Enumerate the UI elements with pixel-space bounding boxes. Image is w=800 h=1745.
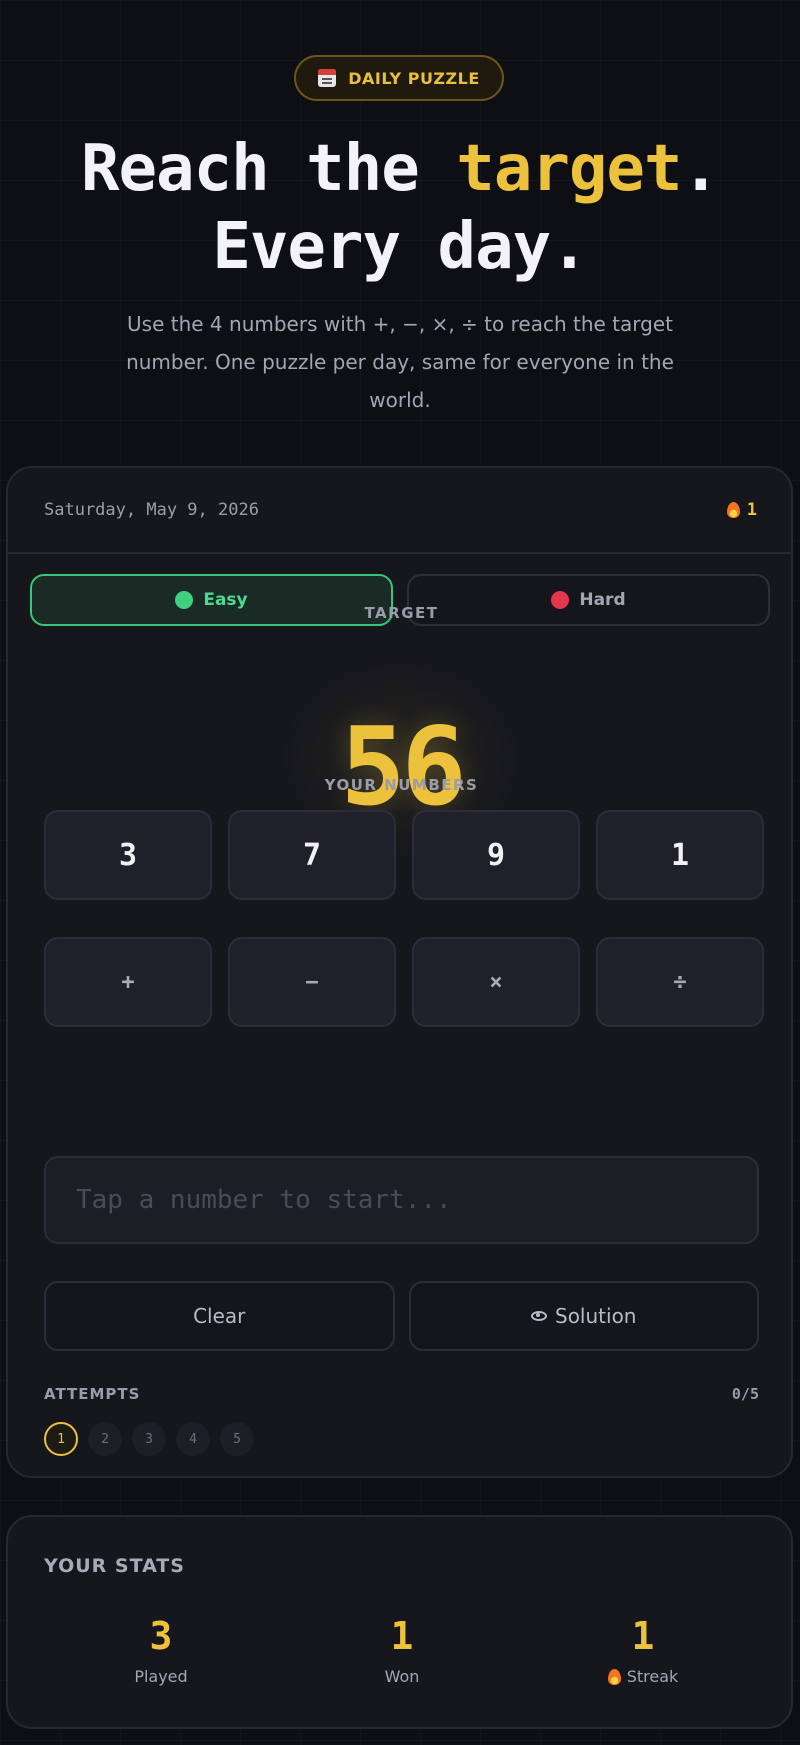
stat-won: 1 Won — [302, 1615, 502, 1686]
clear-label: Clear — [193, 1304, 246, 1328]
attempts-count: 0/5 — [731, 1385, 759, 1403]
flame-icon — [726, 502, 740, 518]
title-suffix: . — [681, 132, 720, 206]
attempt-indicators: 1 2 3 4 5 — [44, 1422, 254, 1456]
solution-label: Solution — [555, 1304, 637, 1328]
game-card: Saturday, May 9, 2026 1 Easy Hard TARGET… — [6, 466, 793, 1478]
attempts-header: ATTEMPTS 0/5 — [44, 1385, 759, 1403]
badge-label: DAILY PUZZLE — [348, 68, 480, 88]
flame-icon — [607, 1668, 621, 1685]
attempt-dot: 2 — [88, 1422, 122, 1456]
stat-label-text: Played — [134, 1667, 188, 1686]
stat-played: 3 Played — [61, 1615, 261, 1686]
streak-indicator: 1 — [726, 500, 757, 520]
calendar-icon — [318, 69, 337, 87]
operator-tiles: + − × ÷ — [44, 937, 764, 1027]
action-buttons: Clear Solution — [44, 1281, 759, 1351]
page-subtitle: Use the 4 numbers with +, −, ×, ÷ to rea… — [126, 312, 674, 412]
stats-card: YOUR STATS 3 Played 1 Won 1 Streak — [6, 1515, 793, 1729]
solution-button[interactable]: Solution — [408, 1281, 759, 1351]
attempt-dot: 5 — [220, 1422, 254, 1456]
stat-streak: 1 Streak — [543, 1615, 743, 1686]
stat-label-text: Streak — [626, 1667, 679, 1686]
page-title: Reach the target. Every day. — [0, 130, 800, 286]
eye-icon — [531, 1311, 547, 1321]
number-tile[interactable]: 1 — [596, 810, 764, 900]
divide-button[interactable]: ÷ — [596, 937, 764, 1027]
stat-label: Won — [302, 1667, 502, 1686]
title-line2: Every day. — [212, 210, 588, 284]
number-tile[interactable]: 3 — [44, 810, 212, 900]
numbers-label: YOUR NUMBERS — [324, 776, 479, 794]
title-accent: target — [456, 132, 682, 206]
number-tiles: 3 7 9 1 — [44, 810, 764, 900]
stat-value: 1 — [390, 1614, 414, 1658]
stat-value: 1 — [631, 1614, 655, 1658]
title-prefix: Reach the — [80, 132, 457, 206]
stat-label-text: Won — [384, 1667, 420, 1686]
streak-count: 1 — [746, 500, 757, 520]
stat-label: Played — [61, 1667, 261, 1686]
number-tile[interactable]: 9 — [412, 810, 580, 900]
stat-value: 3 — [149, 1614, 173, 1658]
target-label: TARGET — [364, 604, 439, 622]
daily-puzzle-badge: DAILY PUZZLE — [294, 55, 504, 101]
attempt-dot: 3 — [132, 1422, 166, 1456]
game-card-header: Saturday, May 9, 2026 1 — [8, 468, 791, 554]
stat-label: Streak — [543, 1667, 743, 1686]
target-value: 56 — [340, 705, 466, 830]
minus-button[interactable]: − — [228, 937, 396, 1027]
multiply-button[interactable]: × — [412, 937, 580, 1027]
expression-display[interactable]: Tap a number to start... — [44, 1156, 759, 1244]
number-tile[interactable]: 7 — [228, 810, 396, 900]
attempts-label: ATTEMPTS — [44, 1385, 141, 1403]
attempt-dot: 4 — [176, 1422, 210, 1456]
plus-button[interactable]: + — [44, 937, 212, 1027]
puzzle-date: Saturday, May 9, 2026 — [44, 500, 259, 520]
attempt-dot: 1 — [44, 1422, 78, 1456]
stats-title: YOUR STATS — [44, 1555, 185, 1577]
clear-button[interactable]: Clear — [44, 1281, 395, 1351]
